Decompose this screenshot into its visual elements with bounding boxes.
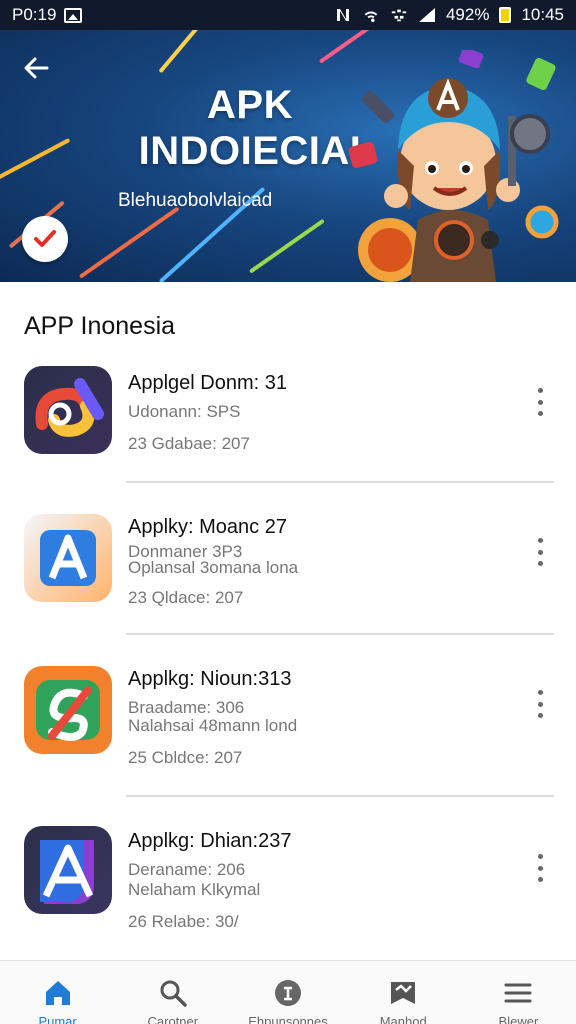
letter-a-purple-icon (24, 826, 112, 914)
app-list-item[interactable]: Applky: Moanc 27 Donmaner 3P3 Oplansal 3… (0, 510, 576, 660)
nav-item-home[interactable]: Pumar (0, 961, 115, 1024)
menu-icon (502, 977, 534, 1009)
hero-banner: APK INDOIECIAI Blehuaobolvlaicad (0, 30, 576, 282)
app-detail-3: 23 Qldace: 207 (128, 588, 244, 607)
back-button[interactable] (16, 48, 56, 88)
app-detail-2: Nalahsai 48mann lond (128, 716, 298, 735)
decor-streak (0, 137, 71, 184)
map-icon (387, 977, 419, 1009)
nfc-icon (336, 9, 349, 21)
home-icon (42, 977, 74, 1009)
status-bar: P0:19 492% 10:45 (0, 0, 576, 30)
app-screen: P0:19 492% 10:45 APK INDOIECIAI Blehuaob… (0, 0, 576, 1024)
more-options-button[interactable] (530, 384, 550, 420)
app-name: Applgel Donm: 31 (128, 372, 287, 394)
app-detail-2: Oplansal 3omana lona (128, 558, 299, 577)
wifi-icon (364, 11, 378, 23)
info-icon (272, 977, 304, 1009)
hero-subtitle: Blehuaobolvlaicad (118, 190, 273, 211)
divider (126, 633, 554, 635)
more-options-button[interactable] (530, 686, 550, 722)
verified-badge[interactable] (22, 216, 68, 262)
nav-label-info: Ehpunsonnes (248, 1014, 328, 1024)
checkmark-icon (34, 230, 56, 247)
nav-item-map[interactable]: Manhod (346, 961, 461, 1024)
search-icon (157, 977, 189, 1009)
letter-a-blue-icon (24, 514, 112, 602)
more-options-button[interactable] (530, 534, 550, 570)
decor-streak (248, 218, 325, 274)
battery-icon (499, 7, 512, 23)
nav-item-menu[interactable]: Blewer (461, 961, 576, 1024)
nav-label-map: Manhod (379, 1014, 427, 1024)
app-list-item[interactable]: Applgel Donm: 31 Udonann: SPS 23 Gdabae:… (0, 360, 576, 510)
app-name: Applkg: Nioun:313 (128, 668, 292, 690)
arrow-left-icon (24, 57, 49, 79)
status-left-text: P0:19 (12, 5, 57, 24)
mascot-illustration (348, 50, 559, 282)
orange-green-s-icon (24, 666, 112, 754)
battery-percent: 492% (445, 5, 490, 24)
app-list-item[interactable]: Applkg: Dhian:237 Deraname: 206 Nelaham … (0, 824, 576, 974)
app-detail-1: Braadame: 306 (128, 698, 245, 717)
nav-label-home: Pumar (38, 1014, 77, 1024)
status-right: 492% 10:45 (334, 5, 564, 25)
nav-item-info[interactable]: Ehpunsonnes (230, 961, 345, 1024)
status-left: P0:19 (12, 5, 83, 25)
section-title: APP Inonesia (24, 312, 176, 340)
decor-streak (78, 206, 180, 279)
bottom-navigation: Pumar Carotner Ehpunsonnes Manhod Blewer (0, 960, 576, 1024)
hotspot-icon (391, 9, 407, 22)
gradient-loop-icon (24, 366, 112, 454)
image-icon (64, 7, 83, 23)
app-detail-2: Nelaham Klkymal (128, 880, 261, 899)
status-time: 10:45 (521, 5, 564, 24)
nav-item-search[interactable]: Carotner (115, 961, 230, 1024)
divider (126, 481, 554, 483)
app-name: Applky: Moanc 27 (128, 516, 287, 538)
divider (126, 795, 554, 797)
app-detail-1: Deraname: 206 (128, 860, 246, 879)
app-detail-1: Udonann: SPS (128, 402, 241, 421)
app-list-item[interactable]: Applkg: Nioun:313 Braadame: 306 Nalahsai… (0, 662, 576, 812)
nav-label-menu: Blewer (498, 1014, 539, 1024)
app-detail-3: 25 Cbldce: 207 (128, 748, 243, 767)
app-name: Applkg: Dhian:237 (128, 830, 292, 852)
decor-streak (158, 30, 207, 74)
more-options-button[interactable] (530, 850, 550, 886)
signal-icon (418, 8, 435, 22)
app-detail-3: 23 Gdabae: 207 (128, 434, 250, 453)
nav-label-search: Carotner (147, 1014, 199, 1024)
app-detail-3: 26 Relabe: 30/ (128, 912, 239, 931)
